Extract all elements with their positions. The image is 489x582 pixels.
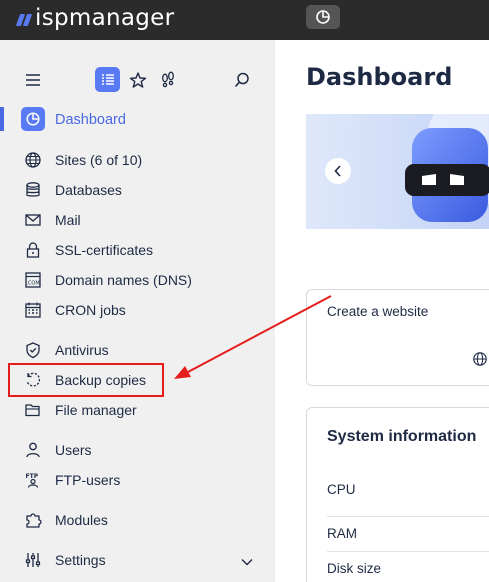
svg-text:FTP: FTP xyxy=(26,473,39,480)
puzzle-icon xyxy=(23,510,43,530)
logo[interactable]: ispmanager xyxy=(15,3,175,33)
annotation-highlight-box xyxy=(8,363,164,397)
system-row-label: RAM xyxy=(327,526,357,541)
list-icon[interactable] xyxy=(95,67,120,92)
sidebar-item-label: Databases xyxy=(55,182,122,198)
mail-icon xyxy=(23,210,43,230)
banner-prev-button[interactable] xyxy=(325,158,351,184)
promo-banner[interactable] xyxy=(306,114,489,229)
row-divider xyxy=(327,551,489,552)
svg-text:.COM: .COM xyxy=(26,281,39,287)
create-website-card[interactable]: Create a website xyxy=(306,289,489,386)
system-row-label: Disk size xyxy=(327,561,382,576)
sidebar-item-label: FTP-users xyxy=(55,472,121,488)
folder-icon xyxy=(23,400,43,420)
sidebar-item-label: Modules xyxy=(55,512,108,528)
card-title: System information xyxy=(327,428,477,445)
chevron-left-icon xyxy=(334,165,341,177)
sidebar-item-ftp-users[interactable]: FTP FTP-users xyxy=(0,466,275,494)
pie-chart-icon xyxy=(316,10,330,24)
sidebar-item-ssl[interactable]: SSL-certificates xyxy=(0,236,275,264)
system-information-card: System information CPU RAM Disk size xyxy=(306,407,489,582)
sidebar-item-label: File manager xyxy=(55,402,137,418)
globe-icon xyxy=(472,351,488,371)
sidebar-item-label: SSL-certificates xyxy=(55,242,154,258)
sidebar-item-databases[interactable]: Databases xyxy=(0,176,275,204)
shield-check-icon xyxy=(23,340,43,360)
sidebar-item-cron[interactable]: CRON jobs xyxy=(0,296,275,324)
star-icon[interactable] xyxy=(125,67,151,93)
robot-mascot-icon xyxy=(405,128,489,222)
search-icon[interactable] xyxy=(229,67,255,93)
calendar-icon xyxy=(23,300,43,320)
page-title: Dashboard xyxy=(306,63,453,91)
user-icon xyxy=(23,440,43,460)
globe-icon xyxy=(23,150,43,170)
sidebar-item-sites[interactable]: Sites (6 of 10) xyxy=(0,146,275,174)
sidebar-item-file-manager[interactable]: File manager xyxy=(0,396,275,424)
dashboard-shortcut-button[interactable] xyxy=(306,5,340,29)
sidebar-toolbar xyxy=(0,67,275,93)
menu-icon[interactable] xyxy=(20,67,46,93)
sidebar-item-modules[interactable]: Modules xyxy=(0,506,275,534)
top-bar: ispmanager xyxy=(0,0,489,40)
sidebar-item-settings[interactable]: Settings xyxy=(0,546,275,574)
sidebar-item-dashboard[interactable]: Dashboard xyxy=(0,106,275,134)
system-row-label: CPU xyxy=(327,482,356,497)
database-icon xyxy=(23,180,43,200)
sidebar-item-mail[interactable]: Mail xyxy=(0,206,275,234)
lock-icon xyxy=(23,240,43,260)
chevron-down-icon[interactable] xyxy=(241,551,253,570)
sidebar-item-users[interactable]: Users xyxy=(0,436,275,464)
sidebar-item-label: Dashboard xyxy=(55,112,126,128)
row-divider xyxy=(327,516,489,517)
sidebar-item-label: Users xyxy=(55,442,92,458)
sidebar-item-label: Antivirus xyxy=(55,342,109,358)
logo-text: ispmanager xyxy=(35,5,175,31)
sidebar-item-label: Sites (6 of 10) xyxy=(55,152,143,168)
ftp-icon: FTP xyxy=(23,470,43,490)
sidebar-item-antivirus[interactable]: Antivirus xyxy=(0,336,275,364)
com-domain-icon: .COM xyxy=(23,270,43,290)
logo-mark-icon xyxy=(15,13,33,26)
sidebar-item-label: CRON jobs xyxy=(55,302,126,318)
sidebar-item-label: Mail xyxy=(55,212,81,228)
sliders-icon xyxy=(23,550,43,570)
footsteps-icon[interactable] xyxy=(155,67,181,93)
sidebar-item-dns[interactable]: .COM Domain names (DNS) xyxy=(0,266,275,294)
card-title: Create a website xyxy=(327,304,429,319)
sidebar-item-label: Domain names (DNS) xyxy=(55,272,192,288)
sidebar-item-label: Settings xyxy=(55,552,106,568)
